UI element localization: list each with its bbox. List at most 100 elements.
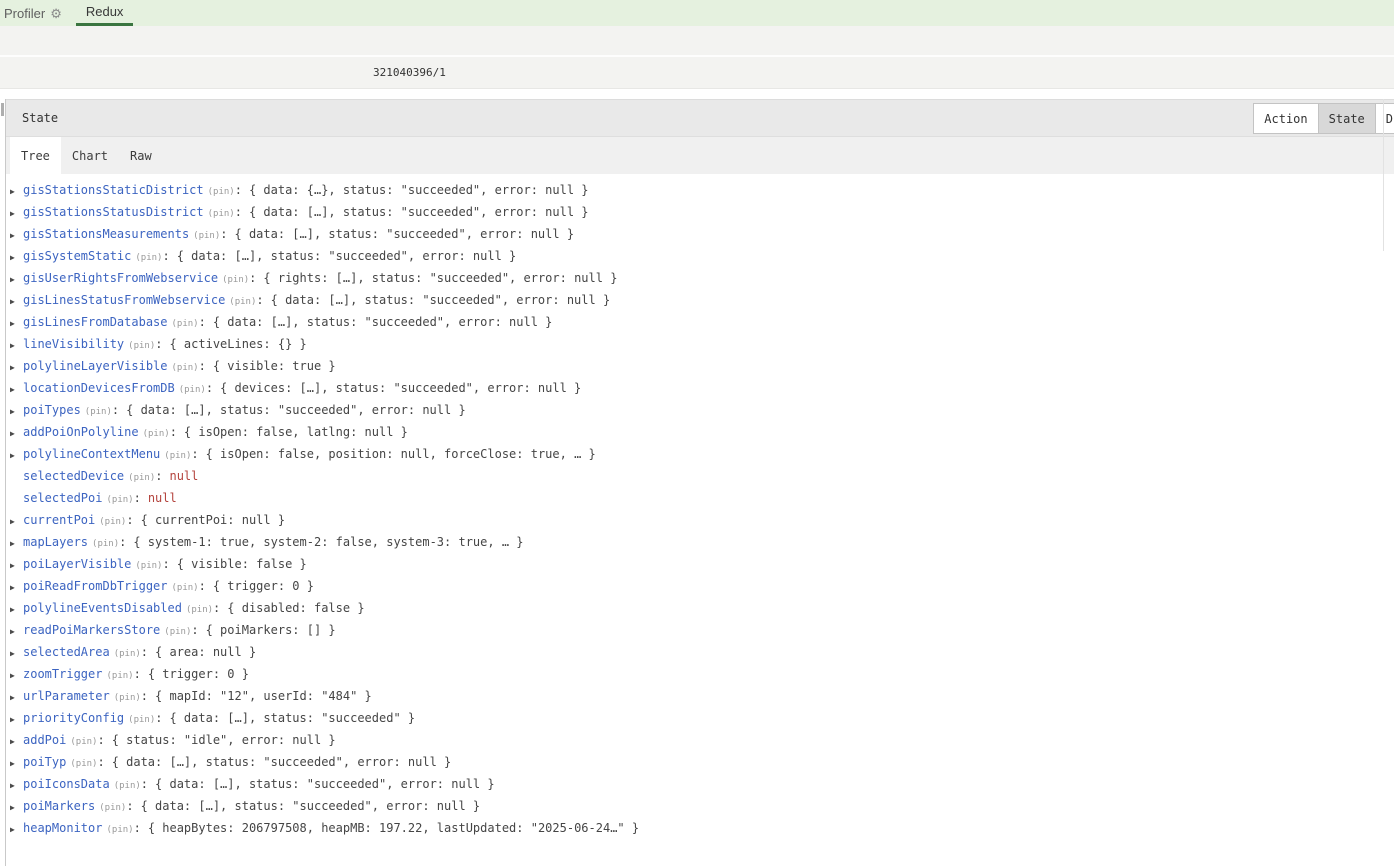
state-key[interactable]: mapLayers <box>23 535 88 549</box>
expand-arrow-icon[interactable]: ▶ <box>10 621 23 643</box>
state-key[interactable]: zoomTrigger <box>23 667 102 681</box>
expand-arrow-icon[interactable]: ▶ <box>10 533 23 555</box>
tree-row[interactable]: ▶polylineLayerVisible(pin):{ visible: tr… <box>6 355 1394 377</box>
state-key[interactable]: poiTypes <box>23 403 81 417</box>
pin-button[interactable]: (pin) <box>106 495 133 505</box>
tree-row[interactable]: ▶readPoiMarkersStore(pin):{ poiMarkers: … <box>6 619 1394 641</box>
expand-arrow-icon[interactable]: ▶ <box>10 181 23 203</box>
tree-row[interactable]: ▶gisStationsMeasurements(pin):{ data: […… <box>6 223 1394 245</box>
expand-arrow-icon[interactable]: ▶ <box>10 203 23 225</box>
tree-row[interactable]: ▶selectedPoi(pin):null <box>6 487 1394 509</box>
pin-button[interactable]: (pin) <box>222 275 249 285</box>
tree-row[interactable]: ▶priorityConfig(pin):{ data: […], status… <box>6 707 1394 729</box>
state-key[interactable]: selectedDevice <box>23 469 124 483</box>
state-key[interactable]: gisLinesStatusFromWebservice <box>23 293 225 307</box>
pin-button[interactable]: (pin) <box>135 561 162 571</box>
expand-arrow-icon[interactable]: ▶ <box>10 247 23 269</box>
pin-button[interactable]: (pin) <box>193 231 220 241</box>
tree-row[interactable]: ▶gisLinesFromDatabase(pin):{ data: […], … <box>6 311 1394 333</box>
pin-button[interactable]: (pin) <box>85 407 112 417</box>
expand-arrow-icon[interactable]: ▶ <box>10 313 23 335</box>
expand-arrow-icon[interactable]: ▶ <box>10 709 23 731</box>
pin-button[interactable]: (pin) <box>135 253 162 263</box>
settings-gear-icon[interactable]: ⚙ <box>50 7 62 20</box>
pin-button[interactable]: (pin) <box>114 693 141 703</box>
tree-row[interactable]: ▶polylineContextMenu(pin):{ isOpen: fals… <box>6 443 1394 465</box>
state-key[interactable]: heapMonitor <box>23 821 102 835</box>
state-key[interactable]: poiIconsData <box>23 777 110 791</box>
pin-button[interactable]: (pin) <box>106 825 133 835</box>
tree-row[interactable]: ▶poiMarkers(pin):{ data: […], status: "s… <box>6 795 1394 817</box>
tab-raw[interactable]: Raw <box>119 137 163 174</box>
tree-row[interactable]: ▶gisStationsStaticDistrict(pin):{ data: … <box>6 179 1394 201</box>
expand-arrow-icon[interactable]: ▶ <box>10 445 23 467</box>
state-key[interactable]: lineVisibility <box>23 337 124 351</box>
state-key[interactable]: locationDevicesFromDB <box>23 381 175 395</box>
pin-button[interactable]: (pin) <box>70 759 97 769</box>
expand-arrow-icon[interactable]: ▶ <box>10 335 23 357</box>
state-key[interactable]: gisStationsStatusDistrict <box>23 205 204 219</box>
diff-view-button[interactable]: D <box>1375 103 1394 134</box>
tree-row[interactable]: ▶poiReadFromDbTrigger(pin):{ trigger: 0 … <box>6 575 1394 597</box>
state-key[interactable]: priorityConfig <box>23 711 124 725</box>
state-key[interactable]: selectedPoi <box>23 491 102 505</box>
expand-arrow-icon[interactable]: ▶ <box>10 357 23 379</box>
state-key[interactable]: gisUserRightsFromWebservice <box>23 271 218 285</box>
expand-arrow-icon[interactable]: ▶ <box>10 423 23 445</box>
pin-button[interactable]: (pin) <box>208 187 235 197</box>
pin-button[interactable]: (pin) <box>128 473 155 483</box>
tab-profiler[interactable]: Profiler ⚙ <box>0 0 68 26</box>
action-list-row[interactable]: 321040396/1 <box>0 57 1394 89</box>
state-key[interactable]: gisStationsStaticDistrict <box>23 183 204 197</box>
pin-button[interactable]: (pin) <box>128 715 155 725</box>
pin-button[interactable]: (pin) <box>172 363 199 373</box>
tree-row[interactable]: ▶poiLayerVisible(pin):{ visible: false } <box>6 553 1394 575</box>
expand-arrow-icon[interactable]: ▶ <box>10 731 23 753</box>
tree-row[interactable]: ▶locationDevicesFromDB(pin):{ devices: [… <box>6 377 1394 399</box>
state-key[interactable]: polylineEventsDisabled <box>23 601 182 615</box>
pin-button[interactable]: (pin) <box>70 737 97 747</box>
left-scrollbar-thumb[interactable] <box>1 103 4 116</box>
tree-row[interactable]: ▶poiTypes(pin):{ data: […], status: "suc… <box>6 399 1394 421</box>
state-key[interactable]: polylineContextMenu <box>23 447 160 461</box>
state-key[interactable]: gisStationsMeasurements <box>23 227 189 241</box>
expand-arrow-icon[interactable]: ▶ <box>10 819 23 841</box>
state-key[interactable]: addPoi <box>23 733 66 747</box>
state-key[interactable]: gisSystemStatic <box>23 249 131 263</box>
pin-button[interactable]: (pin) <box>172 583 199 593</box>
state-key[interactable]: poiMarkers <box>23 799 95 813</box>
pin-button[interactable]: (pin) <box>186 605 213 615</box>
pin-button[interactable]: (pin) <box>179 385 206 395</box>
expand-arrow-icon[interactable]: ▶ <box>10 269 23 291</box>
tree-row[interactable]: ▶addPoi(pin):{ status: "idle", error: nu… <box>6 729 1394 751</box>
pin-button[interactable]: (pin) <box>172 319 199 329</box>
expand-arrow-icon[interactable]: ▶ <box>10 687 23 709</box>
state-key[interactable]: poiReadFromDbTrigger <box>23 579 168 593</box>
tree-row[interactable]: ▶poiIconsData(pin):{ data: […], status: … <box>6 773 1394 795</box>
expand-arrow-icon[interactable]: ▶ <box>10 577 23 599</box>
state-key[interactable]: urlParameter <box>23 689 110 703</box>
tree-row[interactable]: ▶gisSystemStatic(pin):{ data: […], statu… <box>6 245 1394 267</box>
pin-button[interactable]: (pin) <box>164 627 191 637</box>
tree-row[interactable]: ▶lineVisibility(pin):{ activeLines: {} } <box>6 333 1394 355</box>
state-key[interactable]: readPoiMarkersStore <box>23 623 160 637</box>
pin-button[interactable]: (pin) <box>164 451 191 461</box>
tree-row[interactable]: ▶selectedArea(pin):{ area: null } <box>6 641 1394 663</box>
tree-row[interactable]: ▶currentPoi(pin):{ currentPoi: null } <box>6 509 1394 531</box>
pin-button[interactable]: (pin) <box>128 341 155 351</box>
pin-button[interactable]: (pin) <box>208 209 235 219</box>
tree-row[interactable]: ▶zoomTrigger(pin):{ trigger: 0 } <box>6 663 1394 685</box>
tree-row[interactable]: ▶urlParameter(pin):{ mapId: "12", userId… <box>6 685 1394 707</box>
pin-button[interactable]: (pin) <box>92 539 119 549</box>
expand-arrow-icon[interactable]: ▶ <box>10 401 23 423</box>
action-name[interactable]: 321040396/1 <box>373 66 446 79</box>
expand-arrow-icon[interactable]: ▶ <box>10 797 23 819</box>
pin-button[interactable]: (pin) <box>99 803 126 813</box>
expand-arrow-icon[interactable]: ▶ <box>10 665 23 687</box>
pin-button[interactable]: (pin) <box>114 649 141 659</box>
action-view-button[interactable]: Action <box>1253 103 1318 134</box>
expand-arrow-icon[interactable]: ▶ <box>10 555 23 577</box>
expand-arrow-icon[interactable]: ▶ <box>10 379 23 401</box>
pin-button[interactable]: (pin) <box>114 781 141 791</box>
expand-arrow-icon[interactable]: ▶ <box>10 225 23 247</box>
